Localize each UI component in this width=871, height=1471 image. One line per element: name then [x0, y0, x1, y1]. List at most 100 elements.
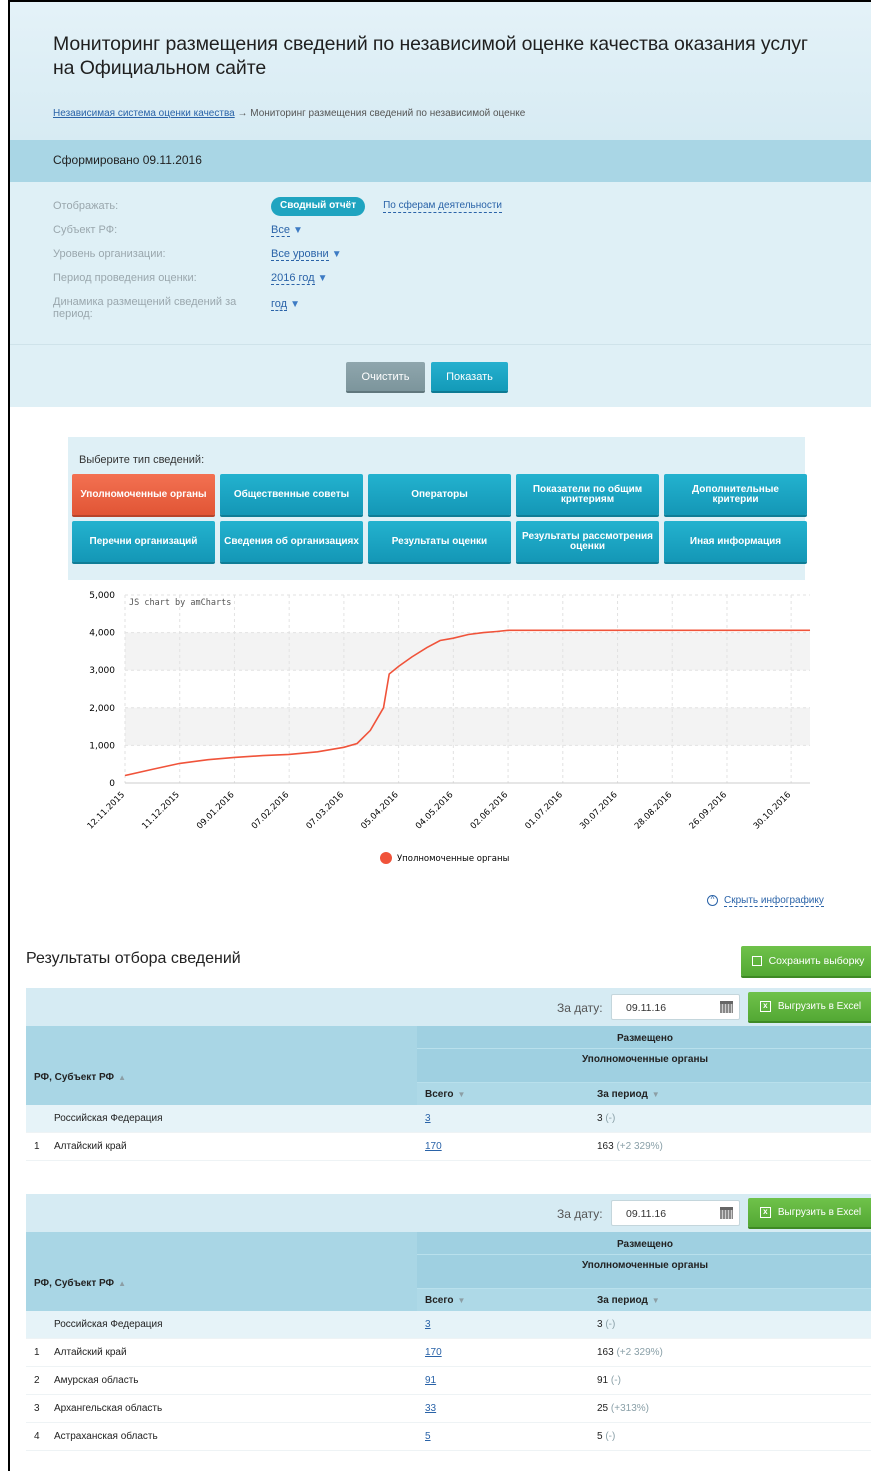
- y-tick-label: 0: [109, 779, 115, 789]
- dynamics-select[interactable]: год ▼: [271, 296, 300, 326]
- x-tick-label: 07.03.2016: [305, 790, 346, 831]
- info-type-panel: Выберите тип сведений: Уполномоченные ор…: [68, 437, 807, 580]
- table-row: 2 Амурская область 91 91 (-): [26, 1367, 871, 1395]
- row-total-link[interactable]: 3: [417, 1319, 431, 1330]
- row-total-link[interactable]: 3: [417, 1113, 431, 1124]
- row-subject: 3 Архангельская область: [34, 1403, 163, 1414]
- row-subject: Российская Федерация: [54, 1319, 163, 1330]
- summary-report-toggle[interactable]: Сводный отчёт: [271, 197, 366, 216]
- col-period-header[interactable]: За период ▼: [589, 1083, 871, 1105]
- date-input[interactable]: 09.11.16: [611, 1200, 740, 1226]
- info-type-button[interactable]: Иная информация: [664, 521, 807, 562]
- date-filter-bar: За дату: 09.11.16 x Выгрузить в Excel: [26, 988, 871, 1026]
- col-total-header[interactable]: Всего ▼: [417, 1289, 589, 1311]
- export-excel-button[interactable]: x Выгрузить в Excel: [748, 1198, 871, 1227]
- date-input[interactable]: 09.11.16: [611, 994, 740, 1020]
- info-type-title: Выберите тип сведений:: [79, 454, 205, 466]
- breadcrumb-current: Мониторинг размещения сведений по незави…: [250, 108, 526, 119]
- page-header: Мониторинг размещения сведений по незави…: [10, 2, 871, 140]
- excel-icon: x: [759, 1001, 771, 1012]
- row-subject: 4 Астраханская область: [34, 1431, 158, 1442]
- by-sphere-toggle[interactable]: По сферам деятельности: [383, 200, 502, 213]
- dropdown-arrow-icon: ▼: [290, 299, 300, 310]
- col-group-header: Уполномоченные органы: [417, 1049, 871, 1083]
- hide-infographic-link[interactable]: ^ Скрыть инфографику: [707, 895, 824, 908]
- x-tick-label: 09.01.2016: [195, 790, 236, 831]
- table-row: 3 Архангельская область 33 25 (+313%): [26, 1395, 871, 1423]
- clear-button[interactable]: Очистить: [346, 362, 425, 391]
- x-tick-label: 02.06.2016: [469, 790, 510, 831]
- period-label: Период проведения оценки:: [53, 272, 197, 284]
- calendar-icon[interactable]: [720, 1207, 733, 1219]
- row-total-link[interactable]: 5: [417, 1431, 431, 1442]
- save-selection-button[interactable]: Сохранить выборку: [741, 946, 871, 976]
- period-select[interactable]: 2016 год ▼: [271, 272, 328, 296]
- x-tick-label: 28.08.2016: [633, 790, 674, 831]
- info-type-button[interactable]: Уполномоченные органы: [72, 474, 215, 515]
- col-subject-header[interactable]: РФ, Субъект РФ ▲: [26, 1026, 417, 1105]
- row-period: 3 (-): [597, 1113, 616, 1124]
- subject-select[interactable]: Все ▼: [271, 224, 303, 248]
- sort-up-icon: ▲: [118, 1073, 126, 1082]
- x-tick-label: 07.02.2016: [250, 790, 291, 831]
- info-type-button[interactable]: Дополнительные критерии: [664, 474, 807, 515]
- date-label: За дату:: [557, 1207, 603, 1221]
- row-total-link[interactable]: 91: [417, 1375, 436, 1386]
- y-tick-label: 4,000: [89, 629, 115, 639]
- row-period: 163 (+2 329%): [597, 1347, 663, 1358]
- info-type-button[interactable]: Сведения об организациях: [220, 521, 363, 562]
- dropdown-arrow-icon: ▼: [317, 273, 328, 284]
- info-type-button[interactable]: Операторы: [368, 474, 511, 515]
- table-row: Российская Федерация 3 3 (-): [26, 1311, 871, 1339]
- legend-marker: [380, 852, 392, 864]
- col-subject-header[interactable]: РФ, Субъект РФ ▲: [26, 1232, 417, 1311]
- row-total-link[interactable]: 170: [417, 1141, 442, 1152]
- export-excel-button[interactable]: x Выгрузить в Excel: [748, 992, 871, 1021]
- table-row: Российская Федерация 3 3 (-): [26, 1105, 871, 1133]
- page-title: Мониторинг размещения сведений по незави…: [53, 33, 808, 79]
- y-tick-label: 3,000: [89, 666, 115, 676]
- sort-up-icon: ▲: [118, 1279, 126, 1288]
- x-tick-label: 30.07.2016: [578, 790, 619, 831]
- row-period: 163 (+2 329%): [597, 1141, 663, 1152]
- level-value: Все уровни: [271, 248, 329, 261]
- info-type-button[interactable]: Результаты оценки: [368, 521, 511, 562]
- table-row: 1 Алтайский край 170 163 (+2 329%): [26, 1339, 871, 1367]
- row-total-link[interactable]: 170: [417, 1347, 442, 1358]
- col-placed-header: Размещено: [417, 1026, 871, 1049]
- row-subject: 1 Алтайский край: [34, 1347, 127, 1358]
- x-tick-label: 12.11.2015: [86, 790, 127, 831]
- info-type-button[interactable]: Результаты рассмотрения оценки: [516, 521, 659, 562]
- col-group-header: Уполномоченные органы: [417, 1255, 871, 1289]
- row-period: 91 (-): [597, 1375, 621, 1386]
- level-select[interactable]: Все уровни ▼: [271, 248, 342, 272]
- col-period-header[interactable]: За период ▼: [589, 1289, 871, 1311]
- dynamics-value: год: [271, 298, 288, 311]
- row-total-link[interactable]: 33: [417, 1403, 436, 1414]
- subject-value: Все: [271, 224, 290, 237]
- calendar-icon[interactable]: [720, 1001, 733, 1013]
- dropdown-arrow-icon: ▼: [292, 225, 303, 236]
- info-type-button[interactable]: Показатели по общим критериям: [516, 474, 659, 515]
- plot-band: [125, 707, 810, 746]
- period-value: 2016 год: [271, 272, 315, 285]
- info-type-button[interactable]: Перечни организаций: [72, 521, 215, 562]
- filters-panel: Отображать: Сводный отчёт По сферам деят…: [10, 182, 871, 344]
- show-button[interactable]: Показать: [431, 362, 508, 391]
- sort-down-icon: ▼: [457, 1296, 466, 1305]
- breadcrumb-link[interactable]: Независимая система оценки качества: [53, 108, 235, 119]
- breadcrumb-separator: →: [237, 108, 248, 119]
- plot-band: [125, 632, 810, 671]
- results-title: Результаты отбора сведений: [26, 950, 241, 967]
- row-subject: 2 Амурская область: [34, 1375, 139, 1386]
- x-tick-label: 05.04.2016: [359, 790, 400, 831]
- level-label: Уровень организации:: [53, 248, 166, 260]
- sort-down-icon: ▼: [651, 1296, 660, 1305]
- chevron-up-icon: ^: [707, 895, 718, 906]
- sort-down-icon: ▼: [457, 1090, 466, 1099]
- info-type-button[interactable]: Общественные советы: [220, 474, 363, 515]
- save-icon: [751, 956, 762, 966]
- row-period: 5 (-): [597, 1431, 616, 1442]
- legend-label: Уполномоченные органы: [397, 854, 509, 864]
- col-total-header[interactable]: Всего ▼: [417, 1083, 589, 1105]
